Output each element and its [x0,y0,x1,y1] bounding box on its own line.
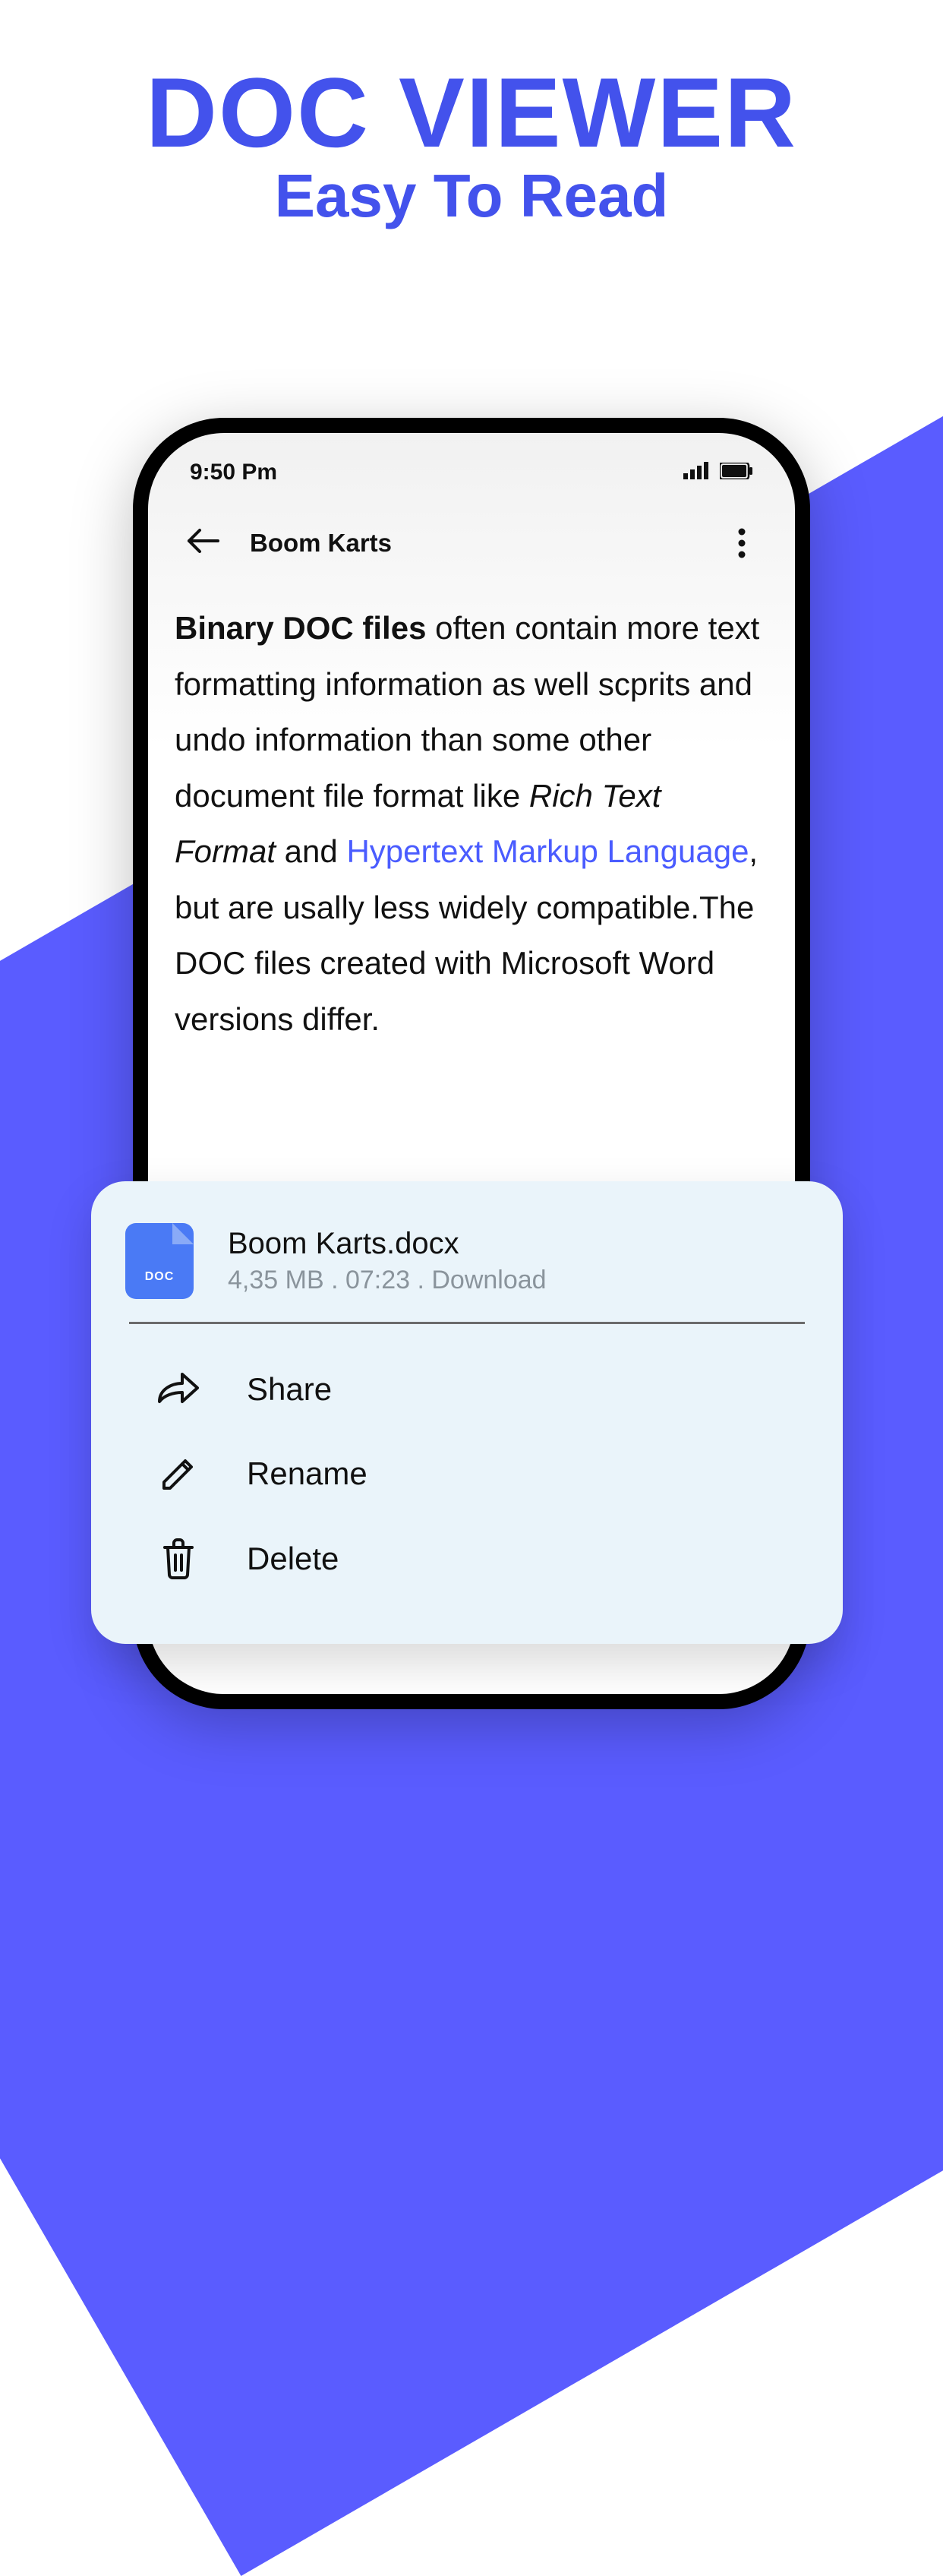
promo-title-line1: DOC VIEWER [0,61,943,165]
rename-action[interactable]: Rename [125,1432,809,1516]
back-arrow-icon[interactable] [186,527,219,558]
promo-title-block: DOC VIEWER Easy To Read [0,61,943,231]
status-bar: 9:50 Pm [148,433,795,493]
battery-icon [720,460,753,485]
trash-icon [156,1538,201,1579]
app-header-title: Boom Karts [250,529,696,558]
promo-title-line2: Easy To Read [0,161,943,231]
doc-bold-lead: Binary DOC files [175,610,426,646]
share-action[interactable]: Share [125,1347,809,1432]
bottom-sheet: DOC Boom Karts.docx 4,35 MB . 07:23 . Do… [91,1181,843,1644]
status-time: 9:50 Pm [190,460,277,485]
rename-label: Rename [247,1456,367,1492]
share-label: Share [247,1371,332,1408]
doc-file-icon: DOC [125,1223,194,1299]
doc-part2: and [276,833,346,869]
file-meta: Boom Karts.docx 4,35 MB . 07:23 . Downlo… [228,1227,547,1295]
delete-label: Delete [247,1541,339,1577]
status-icons [683,460,753,485]
file-name: Boom Karts.docx [228,1227,547,1261]
doc-link[interactable]: Hypertext Markup Language [346,833,749,869]
pencil-icon [156,1455,201,1493]
file-info-row[interactable]: DOC Boom Karts.docx 4,35 MB . 07:23 . Do… [125,1223,809,1322]
file-details: 4,35 MB . 07:23 . Download [228,1266,547,1295]
cell-signal-icon [683,460,709,485]
doc-file-icon-label: DOC [145,1270,175,1284]
app-header: Boom Karts [148,493,795,577]
document-body[interactable]: Binary DOC files often contain more text… [148,577,795,1047]
delete-action[interactable]: Delete [125,1516,809,1602]
kebab-menu-icon[interactable] [727,528,757,558]
sheet-divider [129,1322,805,1324]
share-icon [156,1370,201,1409]
